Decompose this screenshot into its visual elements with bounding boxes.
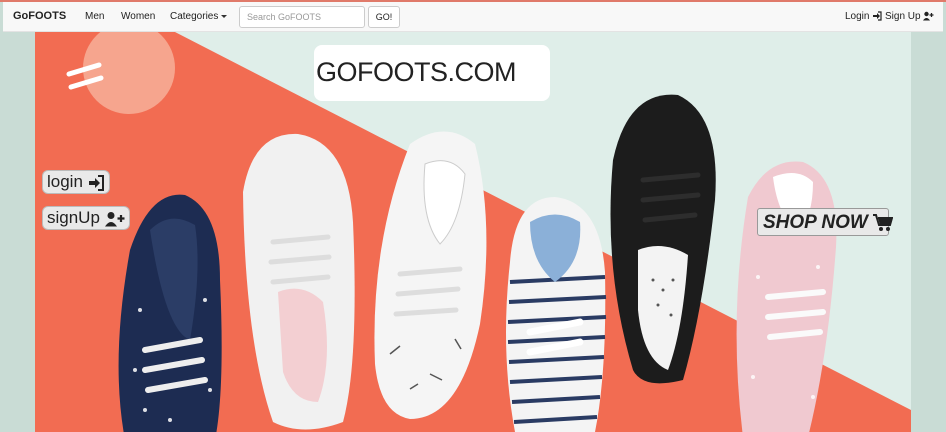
login-link-label: Login [845, 11, 870, 22]
hero-login-label: login [47, 172, 83, 191]
shopping-cart-icon [873, 213, 894, 231]
categories-label: Categories [170, 11, 219, 22]
white-doodle-shoe-image [374, 131, 487, 419]
search-input[interactable] [239, 6, 365, 28]
brand-link[interactable]: GoFOOTS [13, 10, 66, 22]
shop-now-label: SHOP NOW [763, 212, 868, 233]
user-plus-icon [923, 12, 934, 21]
nav-link-women[interactable]: Women [121, 11, 155, 22]
hero-signup-button[interactable]: signUp [43, 207, 129, 229]
user-plus-icon [104, 211, 125, 227]
sign-in-icon [88, 174, 104, 191]
signup-link-label: Sign Up [885, 11, 921, 22]
site-logo-box: GOFOOTS.COM [314, 45, 550, 101]
signup-link[interactable]: Sign Up [885, 11, 934, 22]
striped-shoe-image [506, 197, 607, 432]
navbar: GoFOOTS Men Women Categories GO! Login S… [3, 2, 943, 32]
hero-login-button[interactable]: login [43, 171, 109, 193]
hero-banner: GOFOOTS.COM login signUp SHOP NOW [35, 32, 911, 432]
black-canvas-shoe-image [610, 94, 716, 384]
hero-signup-label: signUp [47, 208, 100, 227]
sign-in-icon [873, 11, 882, 21]
navy-floral-shoe-image [118, 194, 222, 432]
nav-link-men[interactable]: Men [85, 11, 104, 22]
categories-dropdown[interactable]: Categories [170, 11, 228, 22]
pink-floral-shoe-image [736, 161, 837, 432]
go-button[interactable]: GO! [368, 6, 400, 28]
shop-now-button[interactable]: SHOP NOW [757, 208, 894, 236]
menu-stripes-icon [66, 62, 104, 90]
white-eyelet-shoe-image [243, 133, 355, 430]
login-link[interactable]: Login [845, 11, 882, 22]
site-logo-text: GOFOOTS.COM [316, 57, 517, 87]
caret-down-icon [221, 14, 228, 18]
